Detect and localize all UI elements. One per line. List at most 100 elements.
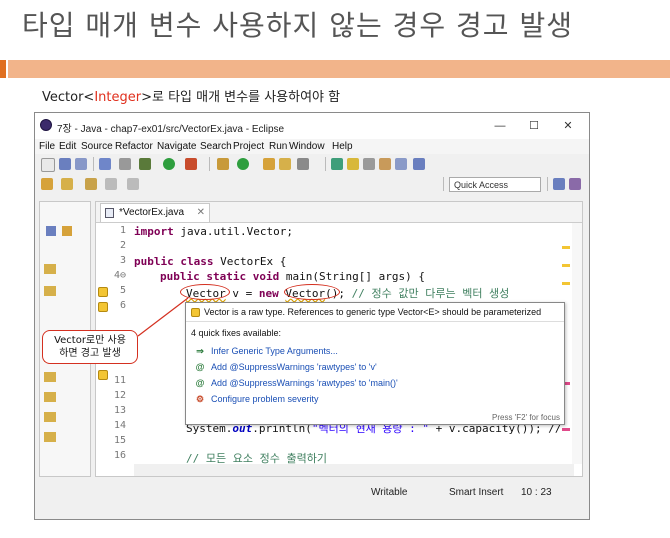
eclipse-icon xyxy=(40,119,52,131)
new-icon[interactable] xyxy=(41,158,55,172)
quick-fix-item[interactable]: @ Add @SuppressWarnings 'rawtypes' to 'ma… xyxy=(195,378,398,388)
code-text: java.util.Vector; xyxy=(173,225,293,238)
line-number: 13 xyxy=(113,405,126,416)
code-line: public class VectorEx { xyxy=(134,255,286,268)
menu-project[interactable]: Project xyxy=(233,141,264,152)
code-text: v = xyxy=(225,287,259,300)
debug-icon[interactable] xyxy=(139,158,151,170)
warning-marker-icon[interactable] xyxy=(98,370,108,380)
slide-caption: Vector<Integer>로 타입 매개 변수를 사용하여야 함 xyxy=(42,86,340,105)
open-folder-icon[interactable] xyxy=(279,158,291,170)
last-edit-icon[interactable] xyxy=(85,178,97,190)
quick-fix-item[interactable]: ⇒ Infer Generic Type Arguments... xyxy=(195,346,338,357)
terminal-icon[interactable] xyxy=(99,158,111,170)
formatting-icon[interactable] xyxy=(413,158,425,170)
status-bar: Writable Smart Insert 10 : 23 xyxy=(35,477,589,519)
quick-fix-popup[interactable]: Vector is a raw type. References to gene… xyxy=(185,302,565,425)
line-number: 1 xyxy=(119,225,126,236)
annotation-ellipse xyxy=(180,284,230,300)
tree-folder-icon[interactable] xyxy=(44,432,56,442)
line-number: 15 xyxy=(113,435,126,446)
warning-marker-icon[interactable] xyxy=(98,287,108,297)
quick-fix-label: Infer Generic Type Arguments... xyxy=(211,346,338,356)
code-line: Vector v = new Vector(); // 정수 값만 다루는 벡터… xyxy=(186,285,509,301)
pilcrow-icon[interactable] xyxy=(395,158,407,170)
title-accent-bar xyxy=(8,60,670,78)
highlight-icon[interactable] xyxy=(347,158,359,170)
overview-error-mark[interactable] xyxy=(562,428,570,431)
quick-access-input[interactable]: Quick Access xyxy=(449,177,541,192)
line-number: 5 xyxy=(119,285,126,296)
search-icon[interactable] xyxy=(297,158,309,170)
show-whitespace-icon[interactable] xyxy=(379,158,391,170)
src-folder-icon[interactable] xyxy=(44,286,56,296)
open-perspective-icon[interactable] xyxy=(553,178,565,190)
external-tools-icon[interactable] xyxy=(185,158,197,170)
quick-fix-label: Configure problem severity xyxy=(211,394,319,404)
menu-search[interactable]: Search xyxy=(200,141,232,152)
title-accent-bar-dark xyxy=(0,60,6,78)
close-button[interactable]: ✕ xyxy=(553,117,583,135)
warning-icon xyxy=(191,308,200,317)
project-folder-icon[interactable] xyxy=(44,264,56,274)
callout-line: 하면 경고 발생 xyxy=(59,348,121,359)
annotation-callout: Vector로만 사용 하면 경고 발생 xyxy=(42,330,138,364)
window-title: 7장 - Java - chap7-ex01/src/VectorEx.java… xyxy=(57,124,285,135)
annotation-icon[interactable] xyxy=(331,158,343,170)
toolbar-separator xyxy=(209,157,210,171)
toolbar-separator xyxy=(547,177,548,191)
run-icon[interactable] xyxy=(163,158,175,170)
line-number: 2 xyxy=(119,240,126,251)
overview-warning-mark[interactable] xyxy=(562,282,570,285)
line-number: 11 xyxy=(113,375,126,386)
next-annotation-icon[interactable] xyxy=(41,178,53,190)
code-comment: // 정수 값만 다루는 벡터 생성 xyxy=(351,287,510,300)
tree-folder-icon[interactable] xyxy=(44,412,56,422)
forward-icon[interactable] xyxy=(127,178,139,190)
overview-warning-mark[interactable] xyxy=(562,264,570,267)
menu-window[interactable]: Window xyxy=(289,141,325,152)
vertical-scrollbar[interactable] xyxy=(572,223,582,464)
open-type-icon[interactable] xyxy=(263,158,275,170)
caption-suffix: >로 타입 매개 변수를 사용하여야 함 xyxy=(141,90,341,105)
code-line: public static void main(String[] args) { xyxy=(160,270,425,283)
close-tab-icon[interactable]: ✕ xyxy=(197,204,205,222)
prev-annotation-icon[interactable] xyxy=(61,178,73,190)
maximize-button[interactable]: ☐ xyxy=(519,117,549,135)
menu-file[interactable]: File xyxy=(39,141,55,152)
java-perspective-icon[interactable] xyxy=(569,178,581,190)
toolbar-separator xyxy=(443,177,444,191)
menu-source[interactable]: Source xyxy=(81,141,113,152)
menu-navigate[interactable]: Navigate xyxy=(157,141,196,152)
package-explorer-icon[interactable] xyxy=(46,226,56,236)
line-number: 3 xyxy=(119,255,126,266)
tree-folder-icon[interactable] xyxy=(44,372,56,382)
quick-fix-header: Vector is a raw type. References to gene… xyxy=(186,303,564,322)
save-all-icon[interactable] xyxy=(75,158,87,170)
horizontal-scrollbar[interactable] xyxy=(134,464,574,476)
code-text: main(String[] args) { xyxy=(279,270,425,283)
code-text: VectorEx { xyxy=(213,255,287,268)
menu-refactor[interactable]: Refactor xyxy=(115,141,153,152)
new-java-project-icon[interactable] xyxy=(217,158,229,170)
back-icon[interactable] xyxy=(105,178,117,190)
quick-fix-label: Add @SuppressWarnings 'rawtypes' to 'mai… xyxy=(211,378,398,388)
annotation-icon: @ xyxy=(195,378,205,388)
block-selection-icon[interactable] xyxy=(363,158,375,170)
warning-marker-icon[interactable] xyxy=(98,302,108,312)
save-icon[interactable] xyxy=(59,158,71,170)
new-class-icon[interactable] xyxy=(237,158,249,170)
menu-run[interactable]: Run xyxy=(269,141,287,152)
overview-warning-mark[interactable] xyxy=(562,246,570,249)
tab-vectorex-java[interactable]: *VectorEx.java ✕ xyxy=(100,203,210,222)
quick-fix-item[interactable]: ⚙ Configure problem severity xyxy=(195,394,319,405)
menu-help[interactable]: Help xyxy=(332,141,353,152)
code-keyword: new xyxy=(258,287,279,300)
skip-breakpoints-icon[interactable] xyxy=(119,158,131,170)
tree-folder-icon[interactable] xyxy=(44,392,56,402)
menu-edit[interactable]: Edit xyxy=(59,141,76,152)
hierarchy-icon[interactable] xyxy=(62,226,72,236)
quick-fix-footer: Press 'F2' for focus xyxy=(492,413,560,422)
minimize-button[interactable]: — xyxy=(485,117,515,135)
quick-fix-item[interactable]: @ Add @SuppressWarnings 'rawtypes' to 'v' xyxy=(195,362,377,372)
